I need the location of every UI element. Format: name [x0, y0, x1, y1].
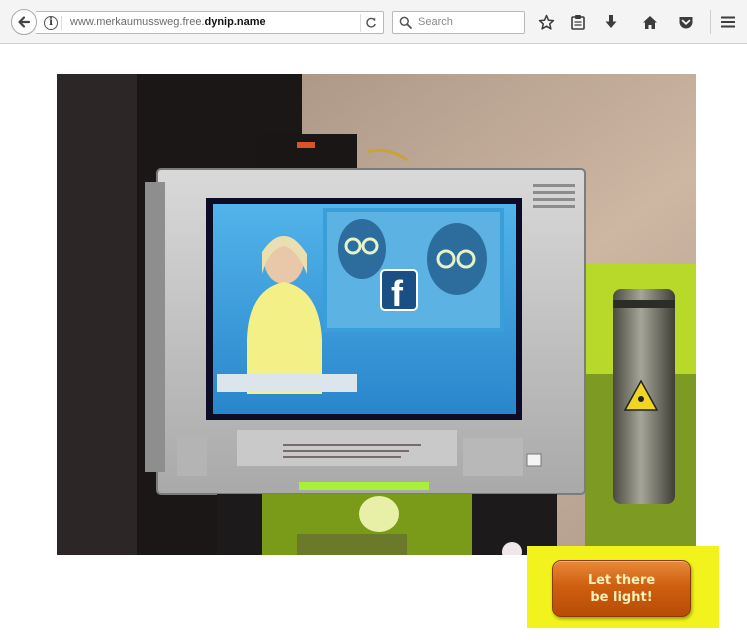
url-text[interactable]: www.merkaumussweg.free.dynip.name: [70, 16, 266, 28]
search-bar[interactable]: Search: [392, 11, 525, 34]
url-bar[interactable]: i www.merkaumussweg.free.dynip.name: [36, 11, 384, 34]
download-icon[interactable]: [600, 11, 622, 33]
browser-toolbar: i www.merkaumussweg.free.dynip.name Sear…: [0, 0, 747, 44]
webcam-image: f: [57, 74, 696, 555]
url-domain: dynip.name: [204, 16, 266, 28]
url-prefix: www.merkaumussweg.free.: [70, 16, 205, 28]
light-button-panel: Let there be light!: [527, 546, 719, 628]
toolbar-divider: [710, 10, 711, 34]
info-icon[interactable]: i: [44, 16, 58, 30]
let-there-be-light-button[interactable]: Let there be light!: [552, 560, 691, 617]
back-icon[interactable]: [11, 9, 37, 35]
url-separator: [61, 16, 62, 30]
menu-icon[interactable]: [717, 11, 739, 33]
svg-text:f: f: [391, 273, 404, 314]
home-icon[interactable]: [639, 11, 661, 33]
bookmark-star-icon[interactable]: [535, 11, 557, 33]
reading-list-icon[interactable]: [567, 11, 589, 33]
pocket-icon[interactable]: [675, 11, 697, 33]
search-icon: [399, 16, 412, 34]
search-placeholder: Search: [418, 16, 453, 28]
reload-icon[interactable]: [360, 14, 380, 32]
